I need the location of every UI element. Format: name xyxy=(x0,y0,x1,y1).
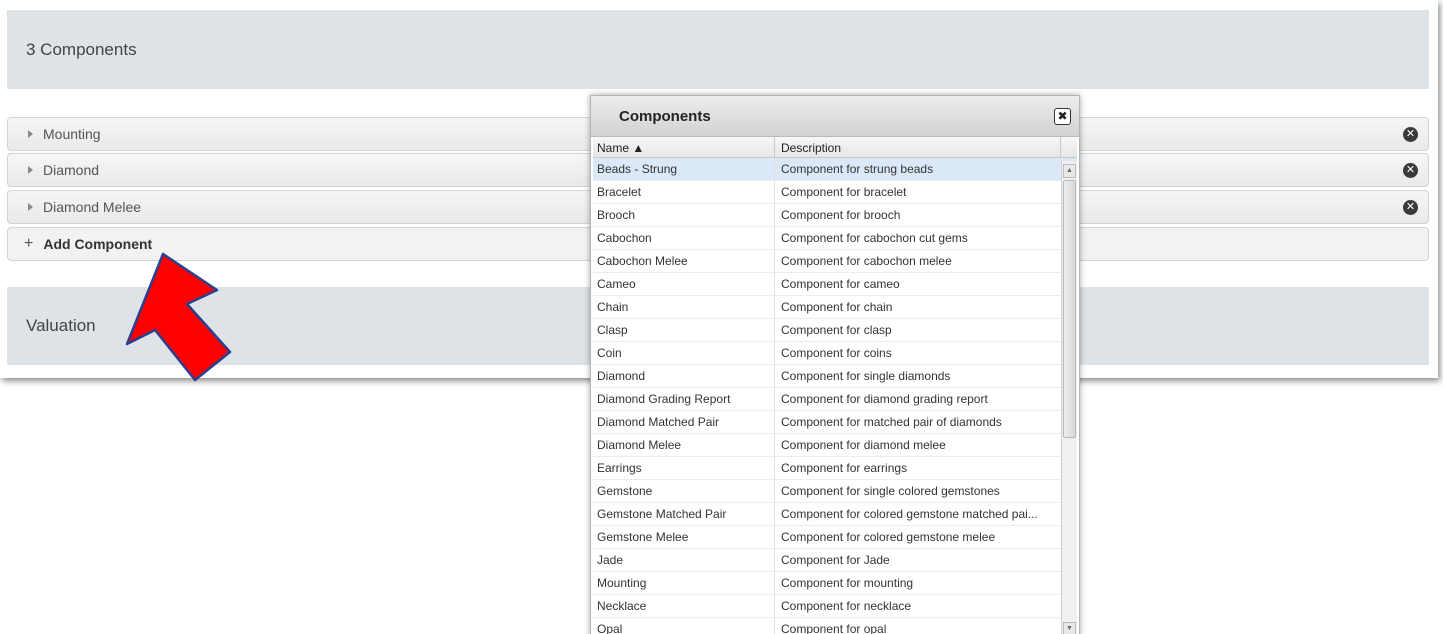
component-label: Mounting xyxy=(43,126,101,142)
cell-name: Diamond Grading Report xyxy=(593,388,775,410)
table-row[interactable]: Diamond Grading Report Component for diam… xyxy=(593,388,1077,411)
cell-name: Bracelet xyxy=(593,181,775,203)
components-grid: Name ▲ Description Beads - Strung Compone… xyxy=(593,137,1077,634)
cell-name: Cabochon Melee xyxy=(593,250,775,272)
cell-name: Beads - Strung xyxy=(593,158,775,180)
cell-name: Gemstone Matched Pair xyxy=(593,503,775,525)
red-arrow-annotation xyxy=(125,252,232,382)
cell-name: Diamond xyxy=(593,365,775,387)
table-row[interactable]: Gemstone Component for single colored gem… xyxy=(593,480,1077,503)
cell-description: Component for opal xyxy=(781,622,887,634)
valuation-title: Valuation xyxy=(26,316,96,335)
cell-name: Gemstone xyxy=(593,480,775,502)
scroll-up-icon[interactable]: ▲ xyxy=(1063,164,1076,178)
component-label: Diamond xyxy=(43,162,100,178)
cell-name: Clasp xyxy=(593,319,775,341)
components-count-title: 3 Components xyxy=(26,39,137,59)
cell-name: Diamond Melee xyxy=(593,434,775,456)
cell-name: Diamond Matched Pair xyxy=(593,411,775,433)
cell-description: Component for strung beads xyxy=(781,162,934,176)
cell-description: Component for cabochon cut gems xyxy=(781,231,968,245)
table-row[interactable]: Chain Component for chain xyxy=(593,296,1077,319)
grid-scrollbar[interactable]: ▲ ▼ xyxy=(1061,161,1077,634)
table-row[interactable]: Beads - Strung Component for strung beads xyxy=(593,158,1077,181)
grid-rows: Beads - Strung Component for strung beads… xyxy=(593,158,1077,634)
table-row[interactable]: Bracelet Component for bracelet xyxy=(593,181,1077,204)
cell-description: Component for necklace xyxy=(781,599,912,613)
cell-description: Component for earrings xyxy=(781,461,908,475)
cell-description: Component for diamond melee xyxy=(781,438,946,452)
cell-description: Component for chain xyxy=(781,300,893,314)
cell-description: Component for single diamonds xyxy=(781,369,951,383)
column-header-description[interactable]: Description xyxy=(775,137,1061,157)
cell-name: Earrings xyxy=(593,457,775,479)
cell-name: Opal xyxy=(593,618,775,634)
cell-description: Component for mounting xyxy=(781,576,914,590)
column-header-name[interactable]: Name ▲ xyxy=(593,137,775,157)
cell-description: Component for brooch xyxy=(781,208,901,222)
scroll-thumb[interactable] xyxy=(1063,180,1076,438)
component-label: Diamond Melee xyxy=(43,199,142,215)
cell-description: Component for matched pair of diamonds xyxy=(781,415,1002,429)
table-row[interactable]: Diamond Matched Pair Component for matche… xyxy=(593,411,1077,434)
table-row[interactable]: Cabochon Melee Component for cabochon mel… xyxy=(593,250,1077,273)
cell-description: Component for clasp xyxy=(781,323,892,337)
dialog-title: Components xyxy=(619,107,711,125)
cell-description: Component for bracelet xyxy=(781,185,907,199)
table-row[interactable]: Brooch Component for brooch xyxy=(593,204,1077,227)
table-row[interactable]: Cabochon Component for cabochon cut gems xyxy=(593,227,1077,250)
table-row[interactable]: Diamond Component for single diamonds xyxy=(593,365,1077,388)
table-row[interactable]: Cameo Component for cameo xyxy=(593,273,1077,296)
table-row[interactable]: Opal Component for opal xyxy=(593,618,1077,634)
table-row[interactable]: Mounting Component for mounting xyxy=(593,572,1077,595)
cell-name: Gemstone Melee xyxy=(593,526,775,548)
plus-icon: + xyxy=(24,235,34,252)
table-row[interactable]: Gemstone Melee Component for colored gems… xyxy=(593,526,1077,549)
table-row[interactable]: Diamond Melee Component for diamond melee xyxy=(593,434,1077,457)
remove-circle-icon[interactable]: ✕ xyxy=(1403,163,1418,178)
cell-description: Component for Jade xyxy=(781,553,890,567)
table-row[interactable]: Necklace Component for necklace xyxy=(593,595,1077,618)
cell-description: Component for colored gemstone melee xyxy=(781,530,996,544)
cell-name: Cabochon xyxy=(593,227,775,249)
table-row[interactable]: Jade Component for Jade xyxy=(593,549,1077,572)
table-row[interactable]: Gemstone Matched Pair Component for color… xyxy=(593,503,1077,526)
cell-description: Component for diamond grading report xyxy=(781,392,988,406)
triangle-right-icon xyxy=(28,130,33,138)
table-row[interactable]: Earrings Component for earrings xyxy=(593,457,1077,480)
close-icon[interactable]: ✖ xyxy=(1054,108,1071,125)
cell-name: Cameo xyxy=(593,273,775,295)
components-section-header: 3 Components xyxy=(7,10,1429,89)
cell-name: Necklace xyxy=(593,595,775,617)
triangle-right-icon xyxy=(28,166,33,174)
remove-circle-icon[interactable]: ✕ xyxy=(1403,200,1418,215)
cell-description: Component for cameo xyxy=(781,277,900,291)
grid-header: Name ▲ Description xyxy=(593,137,1077,158)
dialog-title-bar: Components ✖ xyxy=(591,96,1079,137)
remove-circle-icon[interactable]: ✕ xyxy=(1403,127,1418,142)
cell-description: Component for coins xyxy=(781,346,892,360)
cell-description: Component for cabochon melee xyxy=(781,254,952,268)
cell-name: Coin xyxy=(593,342,775,364)
cell-description: Component for single colored gemstones xyxy=(781,484,1000,498)
add-component-label: Add Component xyxy=(43,236,153,252)
cell-description: Component for colored gemstone matched p… xyxy=(781,507,1038,521)
table-row[interactable]: Clasp Component for clasp xyxy=(593,319,1077,342)
cell-name: Chain xyxy=(593,296,775,318)
components-dialog: Components ✖ Name ▲ Description Beads - … xyxy=(590,95,1080,634)
cell-name: Mounting xyxy=(593,572,775,594)
table-row[interactable]: Coin Component for coins xyxy=(593,342,1077,365)
cell-name: Brooch xyxy=(593,204,775,226)
cell-name: Jade xyxy=(593,549,775,571)
triangle-right-icon xyxy=(28,203,33,211)
scroll-down-icon[interactable]: ▼ xyxy=(1063,622,1076,634)
